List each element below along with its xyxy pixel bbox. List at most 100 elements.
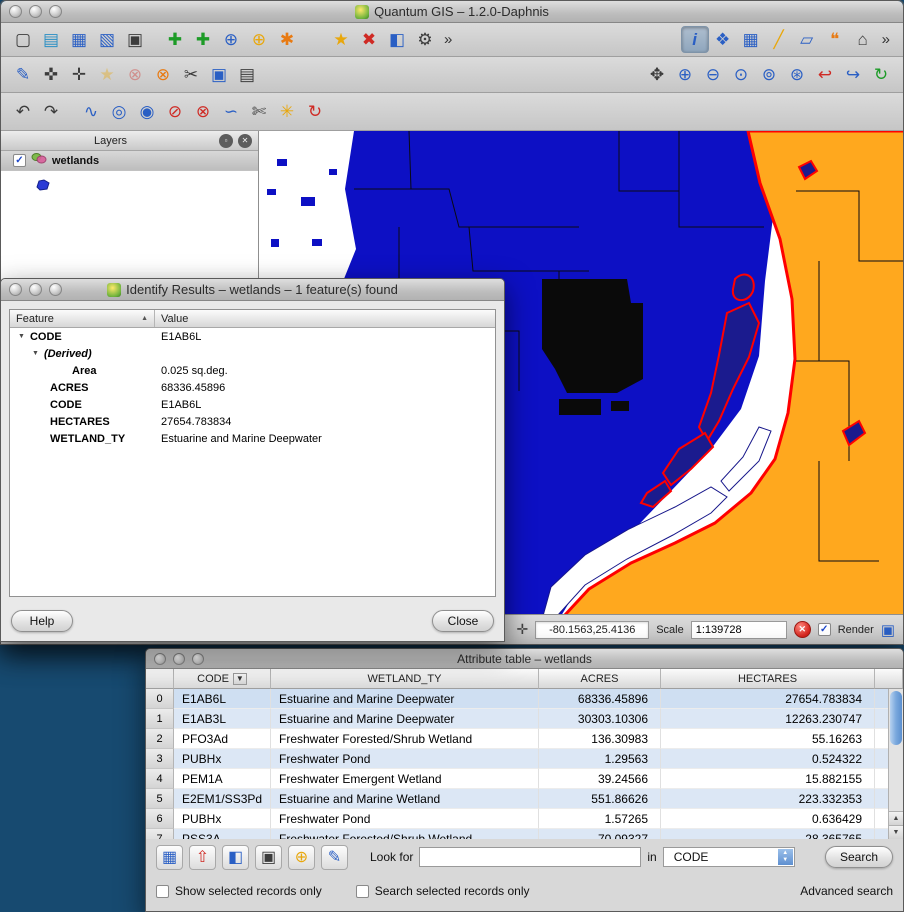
reshape-features-icon[interactable]: ∽ (217, 98, 245, 125)
select-features-icon[interactable]: ❖ (709, 26, 737, 53)
cell-acres[interactable]: 136.30983 (539, 729, 661, 749)
close-button[interactable] (9, 5, 22, 18)
advanced-search-button[interactable]: Advanced search (800, 884, 893, 898)
main-titlebar[interactable]: Quantum GIS – 1.2.0-Daphnis (1, 1, 903, 23)
add-to-overview-icon[interactable]: ◧ (383, 26, 411, 53)
delete-selected-icon[interactable]: ⊗ (149, 61, 177, 88)
close-button[interactable] (154, 653, 166, 665)
minimize-button[interactable] (29, 5, 42, 18)
projection-status-icon[interactable]: ▣ (881, 621, 895, 639)
delete-ring-icon[interactable]: ⊘ (161, 98, 189, 125)
close-button[interactable] (9, 283, 22, 296)
cell-wetland-ty[interactable]: Estuarine and Marine Deepwater (271, 709, 539, 729)
add-island-icon[interactable]: ◉ (133, 98, 161, 125)
column-header-hectares[interactable]: HECTARES (661, 669, 875, 689)
row-header[interactable]: 1 (146, 709, 174, 729)
cell-code[interactable]: PUBHx (174, 809, 271, 829)
cut-features-icon[interactable]: ✂ (177, 61, 205, 88)
sort-indicator-icon[interactable]: ▼ (233, 673, 247, 685)
add-postgis-layer-icon[interactable]: ⊕ (217, 26, 245, 53)
row-header[interactable]: 5 (146, 789, 174, 809)
cell-hectares[interactable]: 15.882155 (661, 769, 875, 789)
cell-code[interactable]: E1AB6L (174, 689, 271, 709)
merge-features-icon[interactable]: ✳ (273, 98, 301, 125)
add-ring-icon[interactable]: ◎ (105, 98, 133, 125)
zoom-to-selection-icon[interactable]: ⊛ (783, 61, 811, 88)
look-for-input[interactable] (419, 847, 641, 867)
zoom-next-icon[interactable]: ↪ (839, 61, 867, 88)
zoom-out-icon[interactable]: ⊖ (699, 61, 727, 88)
cell-wetland-ty[interactable]: Freshwater Forested/Shrub Wetland (271, 729, 539, 749)
row-header[interactable]: 0 (146, 689, 174, 709)
tree-row[interactable]: WETLAND_TY Estuarine and Marine Deepwate… (10, 430, 495, 447)
print-composer-icon[interactable]: ▣ (121, 26, 149, 53)
undo-icon[interactable]: ↶ (9, 98, 37, 125)
zoom-button[interactable] (49, 5, 62, 18)
add-raster-layer-icon[interactable]: ✚ (189, 26, 217, 53)
table-row[interactable]: 3 PUBHx Freshwater Pond 1.29563 0.524322 (146, 749, 903, 769)
toolbar-overflow-icon[interactable]: » (439, 31, 457, 48)
cell-acres[interactable]: 68336.45896 (539, 689, 661, 709)
node-tool-icon[interactable]: ✛ (65, 61, 93, 88)
scale-input[interactable] (691, 621, 787, 639)
open-project-icon[interactable]: ▤ (37, 26, 65, 53)
toggle-editing-icon[interactable]: ✎ (321, 845, 348, 870)
delete-part-icon[interactable]: ⊗ (189, 98, 217, 125)
cell-acres[interactable]: 551.86626 (539, 789, 661, 809)
cell-code[interactable]: E2EM1/SS3Pd (174, 789, 271, 809)
copy-features-icon[interactable]: ▣ (205, 61, 233, 88)
cell-hectares[interactable]: 0.524322 (661, 749, 875, 769)
identify-features-icon[interactable]: i (681, 26, 709, 53)
cell-hectares[interactable]: 0.636429 (661, 809, 875, 829)
layer-visibility-checkbox[interactable]: ✓ (13, 154, 26, 167)
row-header[interactable]: 7 (146, 829, 174, 839)
tree-row[interactable]: HECTARES 27654.783834 (10, 413, 495, 430)
options-gear-icon[interactable]: ⚙ (411, 26, 439, 53)
cell-wetland-ty[interactable]: Freshwater Forested/Shrub Wetland (271, 829, 539, 839)
close-dialog-button[interactable]: Close (432, 610, 494, 632)
save-project-icon[interactable]: ▦ (65, 26, 93, 53)
panel-close-icon[interactable]: ✕ (238, 134, 252, 148)
render-checkbox[interactable]: ✓ (818, 623, 831, 636)
cell-wetland-ty[interactable]: Freshwater Pond (271, 809, 539, 829)
row-header[interactable]: 6 (146, 809, 174, 829)
cell-code[interactable]: PEM1A (174, 769, 271, 789)
layers-panel-header[interactable]: Layers ▫ ✕ (1, 131, 258, 151)
new-bookmark-icon[interactable]: ★ (327, 26, 355, 53)
expander-icon[interactable]: ▼ (18, 333, 25, 340)
column-header-value[interactable]: Value (155, 310, 495, 327)
tree-row[interactable]: CODE E1AB6L (10, 396, 495, 413)
tree-row[interactable]: ▼CODE E1AB6L (10, 328, 495, 345)
vertical-scrollbar[interactable]: ▲ ▼ (888, 689, 903, 839)
scroll-up-icon[interactable]: ▲ (889, 811, 903, 825)
tree-row[interactable]: Area 0.025 sq.deg. (10, 362, 495, 379)
stop-render-icon[interactable]: ✕ (794, 621, 811, 638)
map-tips-icon[interactable]: ❝ (821, 26, 849, 53)
expander-icon[interactable]: ▼ (32, 350, 39, 357)
row-header[interactable]: 4 (146, 769, 174, 789)
measure-area-icon[interactable]: ▱ (793, 26, 821, 53)
capture-point-icon[interactable]: ★ (93, 61, 121, 88)
table-row[interactable]: 1 E1AB3L Estuarine and Marine Deepwater … (146, 709, 903, 729)
paste-features-icon[interactable]: ▤ (233, 61, 261, 88)
invert-selection-icon[interactable]: ◧ (222, 845, 249, 870)
cell-hectares[interactable]: 28.365765 (661, 829, 875, 839)
cell-acres[interactable]: 70.09327 (539, 829, 661, 839)
tree-row[interactable]: ACRES 68336.45896 (10, 379, 495, 396)
open-attribute-table-icon[interactable]: ▦ (737, 26, 765, 53)
zoom-home-icon[interactable]: ⌂ (849, 26, 877, 53)
help-button[interactable]: Help (11, 610, 73, 632)
column-header-acres[interactable]: ACRES (539, 669, 661, 689)
cell-hectares[interactable]: 27654.783834 (661, 689, 875, 709)
new-project-icon[interactable]: ▢ (9, 26, 37, 53)
cell-hectares[interactable]: 12263.230747 (661, 709, 875, 729)
cell-hectares[interactable]: 55.16263 (661, 729, 875, 749)
field-select[interactable]: CODE ▲ ▼ (663, 847, 795, 867)
zoom-actual-icon[interactable]: ⊙ (727, 61, 755, 88)
identify-titlebar[interactable]: Identify Results – wetlands – 1 feature(… (1, 279, 504, 301)
new-vector-layer-icon[interactable]: ✱ (273, 26, 301, 53)
add-wms-layer-icon[interactable]: ⊕ (245, 26, 273, 53)
remove-layer-icon[interactable]: ✖ (355, 26, 383, 53)
table-row[interactable]: 4 PEM1A Freshwater Emergent Wetland 39.2… (146, 769, 903, 789)
refresh-map-icon[interactable]: ↻ (867, 61, 895, 88)
